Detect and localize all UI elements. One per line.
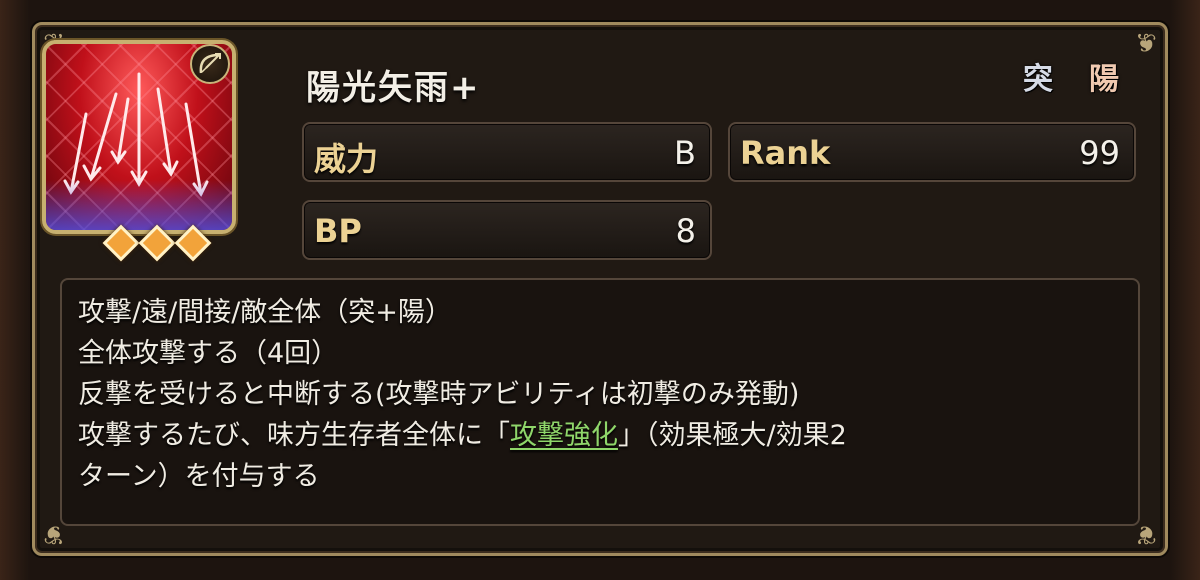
skill-name: 陽光矢雨+ (306, 68, 481, 108)
description-line: 攻撃/遠/間接/敵全体（突+陽） (78, 297, 452, 328)
description-line: 全体攻撃する（4回） (78, 338, 339, 369)
description-text: 攻撃するたび、味方生存者全体に「 (78, 420, 510, 451)
attack-buff-link[interactable]: 攻撃強化 (510, 420, 618, 451)
description-text: 」（効果極大/効果2 (618, 420, 847, 451)
skill-description: 攻撃/遠/間接/敵全体（突+陽） 全体攻撃する（4回） 反撃を受けると中断する(… (60, 278, 1140, 526)
rank-value: 99 (1079, 134, 1120, 172)
power-label: 威力 (314, 140, 379, 178)
description-line: 反撃を受けると中断する(攻撃時アビリティは初撃のみ発動) (78, 379, 800, 410)
rank-diamonds (94, 224, 214, 262)
icon-glow (46, 180, 232, 230)
rank-stat: Rank 99 (728, 122, 1136, 182)
bp-label: BP (314, 212, 362, 250)
power-value: B (674, 134, 696, 172)
rank-label: Rank (740, 134, 831, 172)
power-stat: 威力 B (302, 122, 712, 182)
description-line: ターン）を付与する (78, 461, 320, 492)
thrust-attribute-icon: 突 (1023, 62, 1053, 97)
corner-ornament-icon: ❦ (1135, 29, 1157, 59)
bp-value: 8 (675, 212, 696, 250)
sun-attribute-icon: 陽 (1089, 62, 1119, 97)
bow-icon (190, 44, 230, 84)
description-line: 攻撃するたび、味方生存者全体に「攻撃強化」（効果極大/効果2 (78, 415, 1122, 456)
bp-stat: BP 8 (302, 200, 712, 260)
